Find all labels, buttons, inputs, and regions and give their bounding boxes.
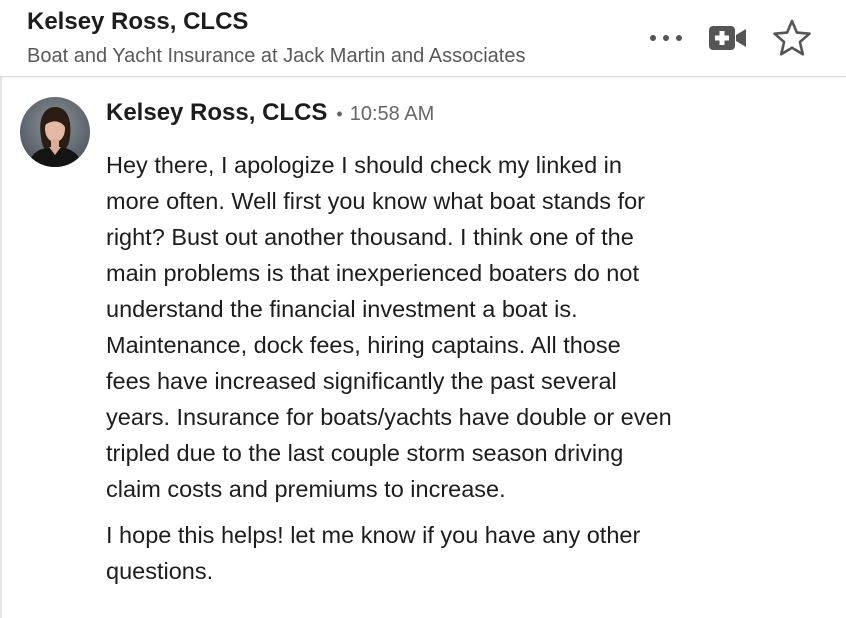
message-line: questions. — [106, 558, 214, 584]
message-line: understand the financial investment a bo… — [106, 296, 578, 322]
message-line: main problems is that inexperienced boat… — [106, 260, 639, 286]
messaging-window: Kelsey Ross, CLCS Boat and Yacht Insuran… — [0, 0, 846, 618]
video-call-button[interactable] — [708, 25, 748, 51]
avatar[interactable] — [20, 97, 90, 167]
message-line: tripled due to the last couple storm sea… — [106, 440, 624, 466]
message-line: fees have increased significantly the pa… — [106, 368, 617, 394]
conversation-header: Kelsey Ross, CLCS Boat and Yacht Insuran… — [0, 0, 846, 77]
message-line: claim costs and premiums to increase. — [106, 476, 506, 502]
sender-name[interactable]: Kelsey Ross, CLCS — [106, 99, 327, 127]
meta-separator: • — [336, 104, 343, 124]
message-body: Hey there, I apologize I should check my… — [106, 147, 746, 599]
contact-name[interactable]: Kelsey Ross, CLCS — [27, 8, 248, 36]
video-call-icon — [709, 26, 746, 50]
star-icon — [773, 19, 811, 56]
message-paragraph: I hope this helps! let me know if you ha… — [106, 517, 746, 589]
message-line: I hope this helps! let me know if you ha… — [106, 522, 641, 548]
profile-photo — [20, 97, 90, 167]
timestamp: 10:58 AM — [349, 103, 435, 125]
more-options-icon — [650, 35, 682, 41]
message-paragraph: Hey there, I apologize I should check my… — [106, 147, 746, 507]
message-line: right? Bust out another thousand. I thin… — [106, 224, 634, 250]
message-line: Maintenance, dock fees, hiring captains.… — [106, 332, 621, 358]
contact-headline: Boat and Yacht Insurance at Jack Martin … — [27, 45, 526, 67]
message-line: Hey there, I apologize I should check my… — [106, 152, 622, 178]
message-meta: Kelsey Ross, CLCS • 10:58 AM — [106, 99, 434, 127]
message-line: years. Insurance for boats/yachts have d… — [106, 404, 672, 430]
header-actions — [648, 18, 812, 58]
window-edge — [0, 0, 2, 618]
more-options-button[interactable] — [648, 33, 684, 43]
message-line: more often. Well first you know what boa… — [106, 188, 646, 214]
star-button[interactable] — [772, 19, 812, 57]
